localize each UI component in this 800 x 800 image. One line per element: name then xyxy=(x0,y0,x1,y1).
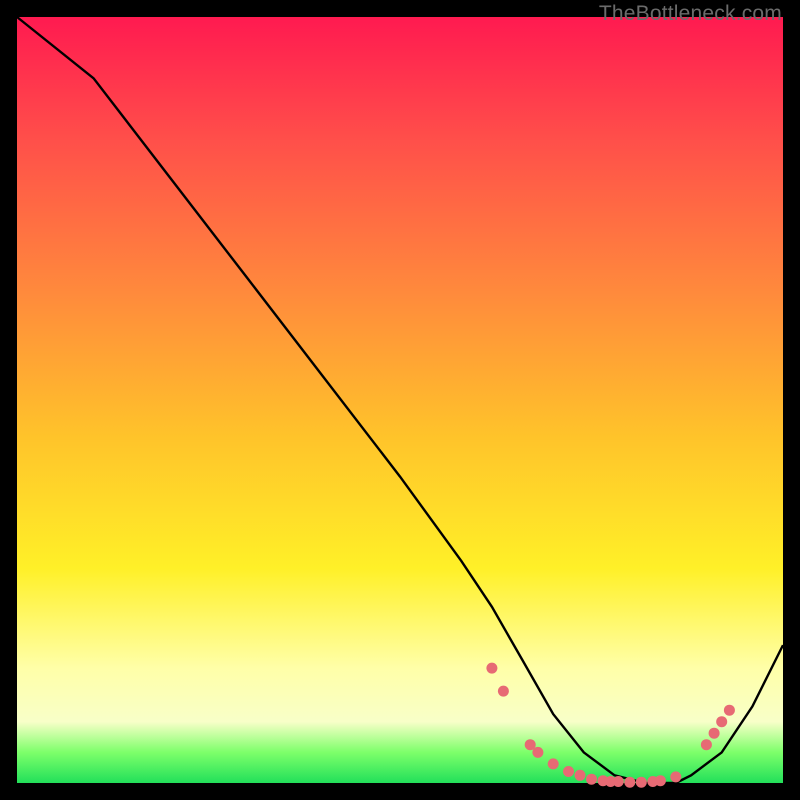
chart-frame: TheBottleneck.com xyxy=(0,0,800,800)
watermark-text: TheBottleneck.com xyxy=(599,2,782,26)
bottleneck-curve xyxy=(17,17,783,783)
marker-dot xyxy=(655,775,666,786)
marker-dot xyxy=(709,728,720,739)
marker-dot xyxy=(575,770,586,781)
marker-dot xyxy=(701,739,712,750)
marker-dot xyxy=(613,776,624,787)
marker-dot xyxy=(548,758,559,769)
marker-dot xyxy=(498,686,509,697)
marker-dot xyxy=(636,777,647,788)
marker-dot xyxy=(563,766,574,777)
marker-dot xyxy=(716,716,727,727)
chart-svg xyxy=(17,17,783,783)
chart-plot-area xyxy=(17,17,783,783)
marker-dot xyxy=(624,777,635,788)
marker-dot xyxy=(724,705,735,716)
marker-dot xyxy=(532,747,543,758)
marker-dot xyxy=(670,771,681,782)
marker-dot xyxy=(586,774,597,785)
marker-dot xyxy=(486,663,497,674)
